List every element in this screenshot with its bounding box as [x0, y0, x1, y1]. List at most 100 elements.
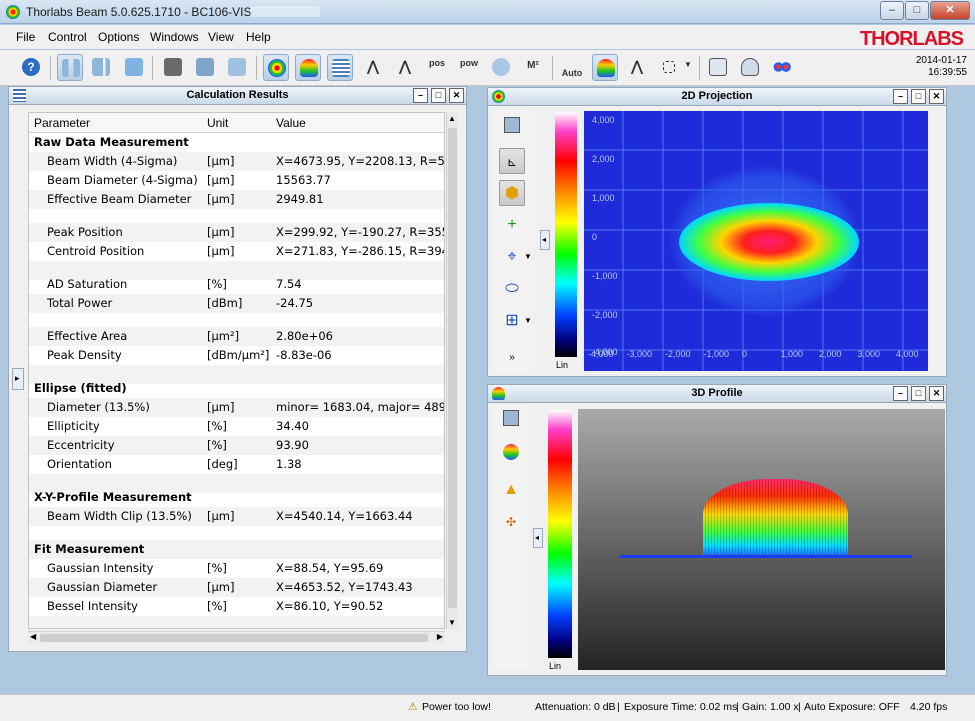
pause-button[interactable]: [57, 54, 83, 81]
table-row[interactable]: Eccentricity [%] 93.90: [29, 436, 444, 455]
col-unit[interactable]: Unit: [207, 116, 228, 130]
y-profile-button[interactable]: ⋀: [392, 54, 418, 81]
table-row[interactable]: Ellipticity [%] 34.40: [29, 417, 444, 436]
roi-button[interactable]: [656, 54, 682, 81]
dual-button[interactable]: [769, 54, 795, 81]
ruler-icon: ⊾: [506, 155, 518, 169]
m2-button[interactable]: M²: [520, 54, 546, 81]
section-header-row[interactable]: X-Y-Profile Measurement: [29, 488, 444, 507]
menu-help[interactable]: Help: [246, 30, 271, 44]
ruler-button[interactable]: ⊾: [499, 148, 525, 174]
section-header-row[interactable]: Ellipse (fitted): [29, 379, 444, 398]
gauge-button[interactable]: [737, 54, 763, 81]
table-row[interactable]: Beam Diameter (4-Sigma) [µm] 15563.77: [29, 171, 444, 190]
power-button[interactable]: pow: [456, 54, 482, 81]
menu-file[interactable]: File: [16, 30, 35, 44]
profile-collapse-handle[interactable]: ◂: [533, 528, 543, 548]
table-row[interactable]: Bessel Intensity [%] X=86.10, Y=90.52: [29, 597, 444, 616]
profile-3d-view[interactable]: [578, 409, 945, 670]
hexagon-icon: ⬢: [505, 185, 519, 202]
profile-minimize[interactable]: –: [893, 386, 908, 401]
hexagon-button[interactable]: ⬢: [499, 180, 525, 206]
close-button[interactable]: ✕: [930, 1, 970, 20]
peak-view-button[interactable]: ▲: [498, 477, 524, 503]
profile-maximize[interactable]: □: [911, 386, 926, 401]
auto-button[interactable]: Auto: [559, 54, 585, 81]
menu-windows[interactable]: Windows: [150, 30, 199, 44]
projection-colorbar: [555, 112, 577, 357]
spacer-row[interactable]: [29, 616, 444, 628]
surface-view-button[interactable]: [498, 443, 524, 469]
save-3d-button[interactable]: [498, 409, 524, 435]
scroll-thumb[interactable]: [448, 128, 457, 608]
angle-button[interactable]: [705, 54, 731, 81]
position-button[interactable]: pos: [424, 54, 450, 81]
scroll-right-icon[interactable]: ▶: [437, 632, 443, 641]
menu-options[interactable]: Options: [98, 30, 139, 44]
more-tools-button[interactable]: »: [499, 350, 525, 366]
settings-button[interactable]: [160, 54, 186, 81]
menu-view[interactable]: View: [208, 30, 234, 44]
minimize-button[interactable]: –: [880, 1, 904, 20]
section-header-row[interactable]: Fit Measurement: [29, 540, 444, 559]
hscroll-thumb[interactable]: [40, 634, 428, 642]
profile-button[interactable]: [224, 54, 250, 81]
table-row[interactable]: Orientation [deg] 1.38: [29, 455, 444, 474]
projection-collapse-handle[interactable]: ◂: [540, 230, 550, 250]
beam-3d-button[interactable]: [295, 54, 321, 81]
calc-panel-minimize[interactable]: –: [413, 88, 428, 103]
cell-parameter: Raw Data Measurement: [34, 135, 189, 149]
table-row[interactable]: Beam Width (4-Sigma) [µm] X=4673.95, Y=220…: [29, 152, 444, 171]
table-row[interactable]: Effective Beam Diameter [µm] 2949.81: [29, 190, 444, 209]
col-parameter[interactable]: Parameter: [34, 116, 90, 130]
gauss-button[interactable]: ⋀: [624, 54, 650, 81]
maximize-button[interactable]: □: [905, 1, 929, 20]
crosshair-dropdown[interactable]: ▼: [522, 244, 534, 270]
ellipse-button[interactable]: ⬭: [499, 276, 525, 302]
calc-panel-close[interactable]: ✕: [449, 88, 464, 103]
projection-close[interactable]: ✕: [929, 89, 944, 104]
scroll-down-icon[interactable]: ▼: [448, 618, 456, 627]
table-row[interactable]: Gaussian Intensity [%] X=88.54, Y=95.69: [29, 559, 444, 578]
save-image-button[interactable]: [499, 116, 525, 142]
section-header-row[interactable]: Raw Data Measurement: [29, 133, 444, 152]
results-vscrollbar[interactable]: ▲ ▼: [446, 112, 458, 629]
help-button[interactable]: ?: [18, 54, 44, 81]
x-profile-button[interactable]: ⋀: [360, 54, 386, 81]
calc-collapse-handle[interactable]: ▸: [12, 368, 24, 390]
add-marker-button[interactable]: +: [499, 212, 525, 238]
table-row[interactable]: Peak Position [µm] X=299.92, Y=-190.27, R=…: [29, 223, 444, 242]
table-row[interactable]: Peak Density [dBm/µm²] -8.83e-06: [29, 346, 444, 365]
scroll-up-icon[interactable]: ▲: [448, 114, 456, 123]
results-hscrollbar[interactable]: ◀ ▶: [28, 631, 445, 643]
roi-dropdown[interactable]: ▼: [681, 54, 695, 81]
gauge-icon: [741, 58, 759, 76]
table-row[interactable]: AD Saturation [%] 7.54: [29, 275, 444, 294]
table-row[interactable]: Gaussian Diameter [µm] X=4653.52, Y=1743.4…: [29, 578, 444, 597]
grid-dropdown[interactable]: ▼: [522, 308, 534, 334]
surface-icon: [503, 444, 519, 460]
projection-maximize[interactable]: □: [911, 89, 926, 104]
stability-button[interactable]: [488, 54, 514, 81]
beam-2d-button[interactable]: [263, 54, 289, 81]
projection-minimize[interactable]: –: [893, 89, 908, 104]
calc-button[interactable]: [192, 54, 218, 81]
col-value[interactable]: Value: [276, 116, 306, 130]
results-button[interactable]: [327, 54, 353, 81]
calc-panel-maximize[interactable]: □: [431, 88, 446, 103]
camera-button[interactable]: [121, 54, 147, 81]
profile-close[interactable]: ✕: [929, 386, 944, 401]
table-row[interactable]: Diameter (13.5%) [µm] minor= 1683.04, majo…: [29, 398, 444, 417]
rotate-view-button[interactable]: ✣: [498, 509, 524, 535]
projection-image[interactable]: 4,000 2,000 1,000 0 -1,000 -2,000 -4,000 -4,00…: [584, 111, 928, 371]
color-button[interactable]: [592, 54, 618, 81]
scroll-left-icon[interactable]: ◀: [30, 632, 36, 641]
table-row[interactable]: Centroid Position [µm] X=271.83, Y=-286.15…: [29, 242, 444, 261]
step-button[interactable]: [88, 54, 114, 81]
title-ghost-text: [250, 6, 320, 17]
table-row[interactable]: Total Power [dBm] -24.75: [29, 294, 444, 313]
table-row[interactable]: Effective Area [µm²] 2.80e+06: [29, 327, 444, 346]
table-row[interactable]: Beam Width Clip (13.5%) [µm] X=4540.14, Y=…: [29, 507, 444, 526]
gain-status: Gain: 1.00 x: [742, 701, 799, 713]
menu-control[interactable]: Control: [48, 30, 87, 44]
